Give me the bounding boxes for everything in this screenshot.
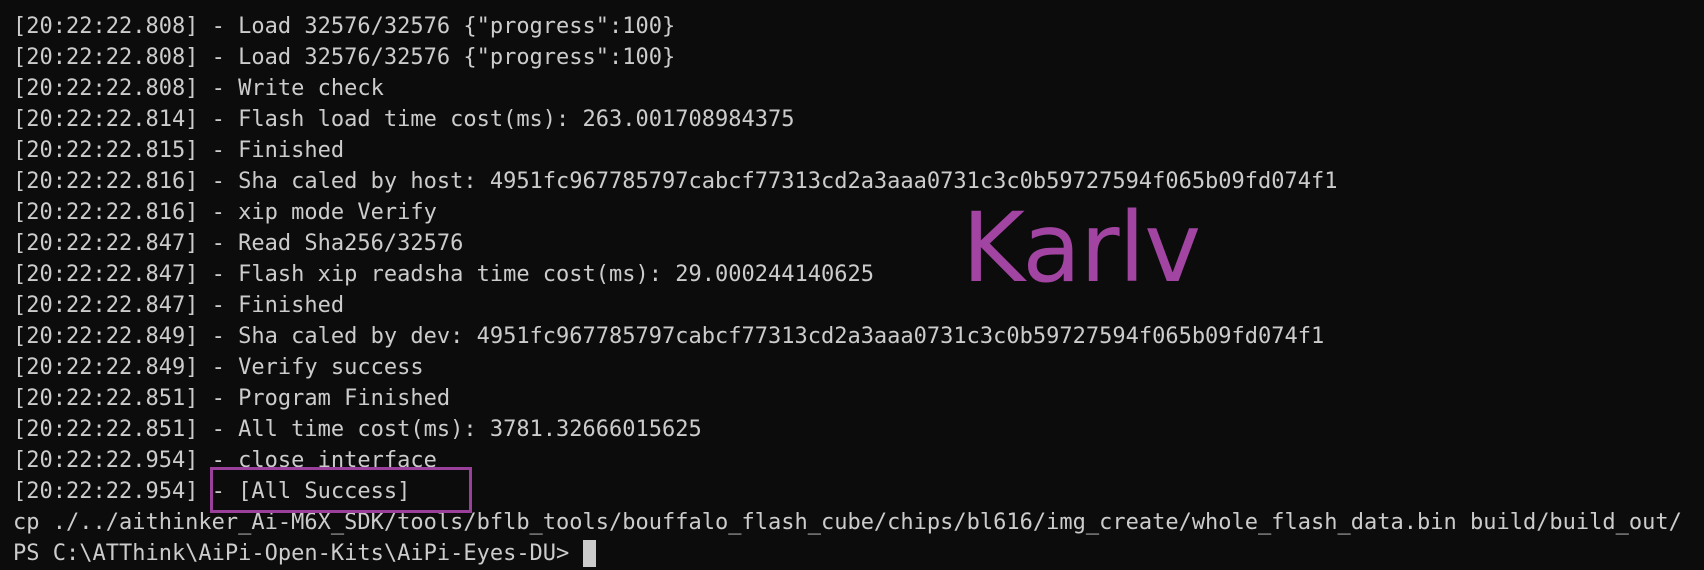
log-line: [20:22:22.847] - Read Sha256/32576 [13,231,464,256]
shell-prompt-line[interactable]: PS C:\ATThink\AiPi-Open-Kits\AiPi-Eyes-D… [13,538,1693,569]
log-line: [20:22:22.847] - Finished [13,293,345,318]
log-line: [20:22:22.808] - Load 32576/32576 {"prog… [13,14,676,39]
all-success-highlight-box [210,467,472,513]
log-line: [20:22:22.847] - Flash xip readsha time … [13,262,874,287]
log-line: [20:22:22.851] - All time cost(ms): 3781… [13,417,702,442]
watermark-text: Karlv [962,192,1201,304]
log-line: [20:22:22.816] - Sha caled by host: 4951… [13,169,1338,194]
log-line: [20:22:22.851] - Program Finished [13,386,451,411]
log-line: [20:22:22.815] - Finished [13,138,345,163]
log-line: [20:22:22.816] - xip mode Verify [13,200,437,225]
text-cursor [583,540,597,567]
log-line: [20:22:22.808] - Load 32576/32576 {"prog… [13,45,676,70]
log-line: [20:22:22.849] - Verify success [13,355,424,380]
log-line: [20:22:22.808] - Write check [13,76,384,101]
log-line: [20:22:22.849] - Sha caled by dev: 4951f… [13,324,1325,349]
log-line: [20:22:22.814] - Flash load time cost(ms… [13,107,795,132]
shell-prompt: PS C:\ATThink\AiPi-Open-Kits\AiPi-Eyes-D… [13,541,570,566]
